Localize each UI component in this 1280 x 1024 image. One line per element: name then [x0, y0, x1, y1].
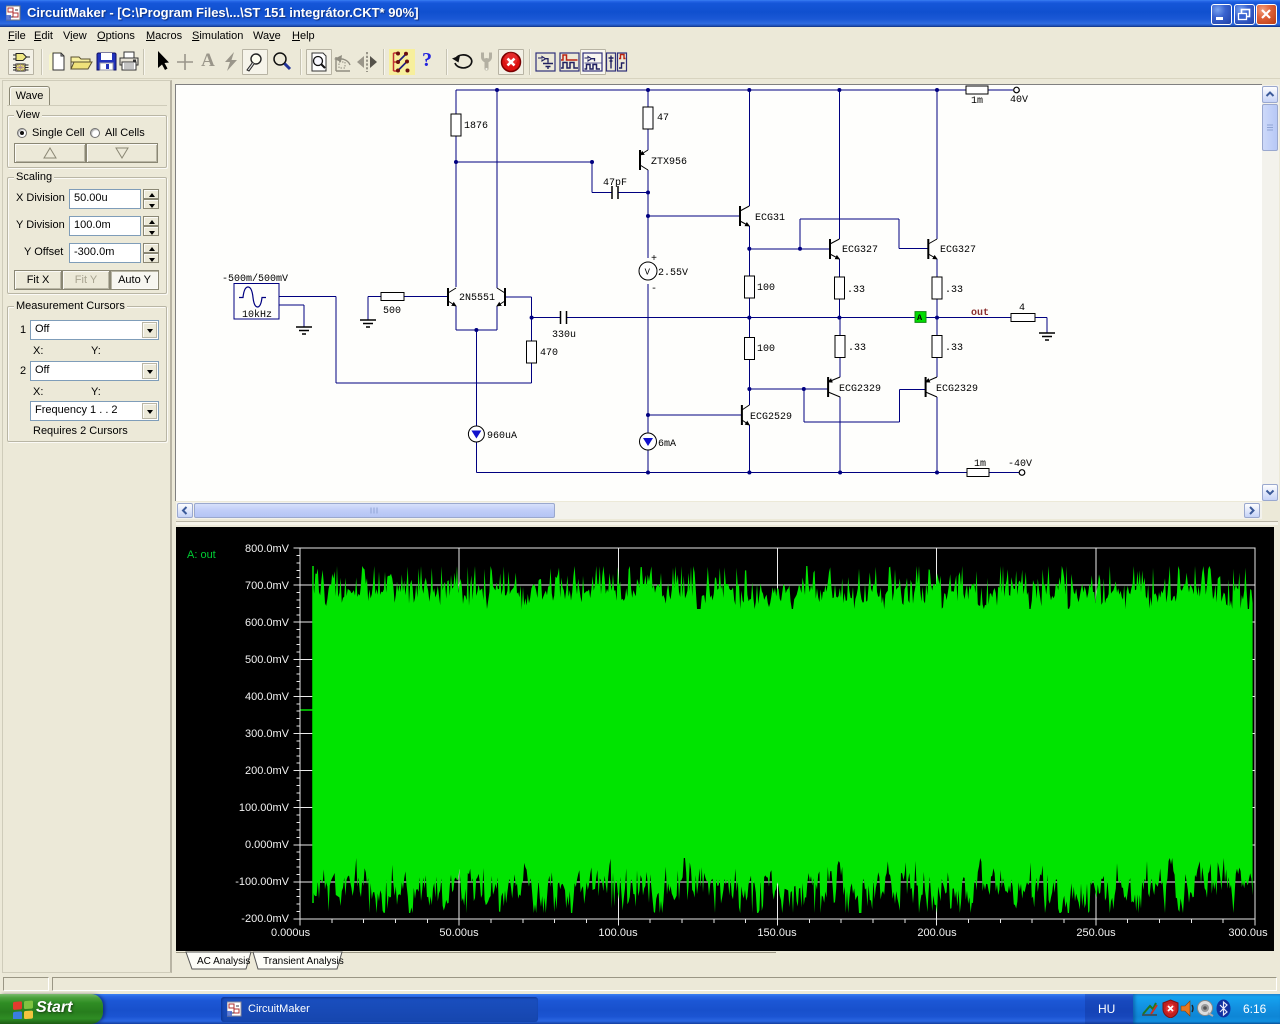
svg-text:100.0us: 100.0us — [598, 927, 638, 939]
svg-text:40V: 40V — [1010, 95, 1028, 106]
svg-text:1m: 1m — [971, 96, 983, 107]
svg-text:-500m/500mV: -500m/500mV — [222, 273, 288, 285]
svg-text:.33: .33 — [945, 343, 963, 354]
svg-text:4: 4 — [1019, 303, 1025, 314]
svg-text:ECG2329: ECG2329 — [936, 384, 978, 395]
svg-text:960uA: 960uA — [487, 431, 517, 442]
svg-text:AC Analysis: AC Analysis — [197, 956, 250, 967]
svg-text:2N5551: 2N5551 — [459, 293, 495, 304]
svg-text:47: 47 — [657, 113, 669, 124]
svg-text:47pF: 47pF — [603, 178, 627, 189]
svg-text:150.0us: 150.0us — [757, 927, 797, 939]
svg-text:ECG327: ECG327 — [842, 245, 878, 256]
svg-text:ZTX956: ZTX956 — [651, 157, 687, 168]
svg-text:50.00us: 50.00us — [439, 927, 479, 939]
svg-text:1m: 1m — [974, 459, 986, 470]
svg-text:300.0us: 300.0us — [1228, 927, 1268, 939]
svg-text:+: + — [651, 254, 657, 265]
svg-text:-200.0mV: -200.0mV — [241, 913, 289, 925]
svg-text:100: 100 — [757, 344, 775, 355]
svg-text:100: 100 — [757, 283, 775, 294]
svg-text:400.0mV: 400.0mV — [245, 691, 290, 703]
svg-text:out: out — [971, 308, 989, 319]
svg-text:700.0mV: 700.0mV — [245, 580, 290, 592]
svg-text:470: 470 — [540, 348, 558, 359]
svg-text:1876: 1876 — [464, 121, 488, 132]
svg-text:500.0mV: 500.0mV — [245, 654, 290, 666]
svg-text:330u: 330u — [552, 330, 576, 341]
svg-text:.33: .33 — [847, 285, 865, 296]
svg-text:A: out: A: out — [187, 549, 216, 561]
svg-text:200.0mV: 200.0mV — [245, 765, 290, 777]
svg-text:800.0mV: 800.0mV — [245, 543, 290, 555]
svg-text:ECG31: ECG31 — [755, 213, 785, 224]
svg-text:Transient Analysis: Transient Analysis — [263, 956, 344, 967]
svg-text:200.0us: 200.0us — [917, 927, 957, 939]
svg-text:ECG2529: ECG2529 — [750, 412, 792, 423]
svg-text:100.00mV: 100.00mV — [239, 802, 290, 814]
svg-text:-40V: -40V — [1008, 459, 1032, 470]
svg-text:.33: .33 — [848, 343, 866, 354]
svg-text:0.000mV: 0.000mV — [245, 839, 290, 851]
svg-text:2.55V: 2.55V — [658, 268, 688, 279]
svg-text:-: - — [651, 284, 657, 295]
svg-text:500: 500 — [383, 306, 401, 317]
svg-text:10kHz: 10kHz — [242, 309, 272, 321]
svg-text:0.000us: 0.000us — [271, 927, 311, 939]
svg-text:ECG2329: ECG2329 — [839, 384, 881, 395]
svg-text:ECG327: ECG327 — [940, 245, 976, 256]
svg-text:600.0mV: 600.0mV — [245, 617, 290, 629]
svg-text:300.0mV: 300.0mV — [245, 728, 290, 740]
svg-text:-100.00mV: -100.00mV — [235, 876, 289, 888]
svg-text:A: A — [917, 313, 923, 323]
svg-text:V: V — [645, 268, 651, 278]
svg-text:.33: .33 — [945, 285, 963, 296]
svg-text:250.0us: 250.0us — [1076, 927, 1116, 939]
svg-text:6mA: 6mA — [658, 439, 676, 450]
